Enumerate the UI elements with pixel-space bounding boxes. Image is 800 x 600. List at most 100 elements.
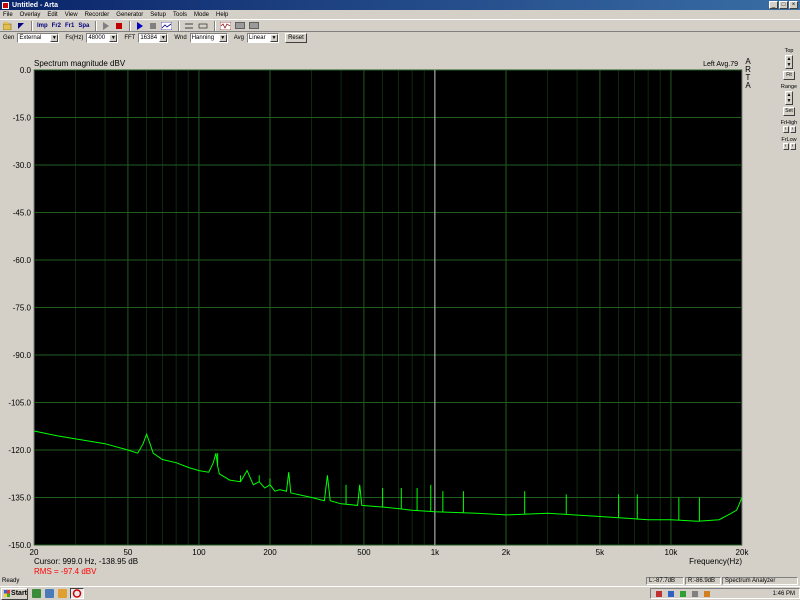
fft-select[interactable]: 16384 ▼ <box>138 33 169 43</box>
impulse-mode-button[interactable]: Imp <box>36 20 49 31</box>
app-icon <box>2 1 9 9</box>
maximize-button[interactable]: □ <box>779 1 788 9</box>
chart-title: Spectrum magnitude dBV <box>34 59 126 68</box>
frlow-increase-button[interactable]: › <box>789 143 796 150</box>
clock: 1:46 PM <box>772 590 795 597</box>
window-title: Untitled - Arta <box>12 1 59 9</box>
update-icon[interactable] <box>679 590 687 598</box>
frhigh-increase-button[interactable]: › <box>789 126 796 133</box>
range-spinner[interactable]: ▲ ▼ <box>785 91 793 105</box>
right-level: R:-86.9dB <box>685 577 721 585</box>
x-tick-label: 50 <box>123 548 132 557</box>
y-tick-label: -90.0 <box>13 351 32 360</box>
fit-button[interactable]: Fit <box>783 71 795 80</box>
reset-button[interactable]: Reset <box>284 33 307 43</box>
chevron-down-icon: ▼ <box>159 34 168 42</box>
set-button[interactable]: Set <box>783 107 795 116</box>
x-tick-label: 5k <box>596 548 605 557</box>
volume-icon[interactable] <box>691 590 699 598</box>
range-label: Range <box>780 84 798 90</box>
status-ready: Ready <box>2 578 20 584</box>
swap-icon[interactable] <box>183 20 195 31</box>
marker-icon[interactable] <box>15 20 26 31</box>
y-tick-labels: 0.0 -15.0 -30.0 -45.0 -60.0 -75.0 -90.0 -105.0 -… <box>8 66 31 550</box>
y-tick-label: -105.0 <box>8 399 31 408</box>
display-icon[interactable] <box>234 20 246 31</box>
play-gray-icon[interactable] <box>100 20 111 31</box>
x-tick-label: 2k <box>502 548 511 557</box>
taskbar: Start 1:46 PM <box>0 586 800 600</box>
y-tick-label: -15.0 <box>13 114 32 123</box>
left-level: L:-87.7dB <box>646 577 684 585</box>
network-icon[interactable] <box>655 590 663 598</box>
windows-logo-icon <box>4 590 11 597</box>
x-tick-label: 200 <box>263 548 277 557</box>
frhigh-decrease-button[interactable]: ‹ <box>782 126 789 133</box>
gen-select[interactable]: External ▼ <box>17 33 60 43</box>
frlow-decrease-button[interactable]: ‹ <box>782 143 789 150</box>
y-tick-label: -135.0 <box>8 494 31 503</box>
wnd-value: Hanning <box>191 35 215 41</box>
minimize-button[interactable]: _ <box>769 1 778 9</box>
x-tick-labels: 20 50 100 200 500 1k 2k 5k 10k 20k <box>30 548 750 557</box>
fs-label: Fs(Hz) <box>65 35 84 41</box>
zoom-icon[interactable] <box>219 20 232 31</box>
scale-icon[interactable] <box>197 20 209 31</box>
x-axis-label: Frequency(Hz) <box>689 557 742 566</box>
fr2-mode-button[interactable]: Fr2 <box>51 20 62 31</box>
menu-overlay[interactable]: Overlay <box>20 12 41 18</box>
start-button[interactable]: Start <box>1 587 28 600</box>
wnd-select[interactable]: Hanning ▼ <box>189 33 228 43</box>
avg-select[interactable]: Linear ▼ <box>246 33 279 43</box>
fr1-mode-button[interactable]: Fr1 <box>64 20 75 31</box>
stop-red-icon[interactable] <box>113 20 124 31</box>
x-tick-label: 1k <box>431 548 440 557</box>
status-bar: Ready L:-87.7dB R:-86.9dB Spectrum Analy… <box>0 577 800 586</box>
avg-value: Linear <box>248 35 266 41</box>
fs-select[interactable]: 48000 ▼ <box>86 33 119 43</box>
menu-tools[interactable]: Tools <box>173 12 187 18</box>
close-button[interactable]: × <box>789 1 798 9</box>
chevron-down-icon: ▼ <box>50 34 59 42</box>
menu-file[interactable]: File <box>3 12 13 18</box>
spectrum-icon[interactable] <box>160 20 173 31</box>
menu-mode[interactable]: Mode <box>194 12 209 18</box>
wnd-label: Wnd <box>174 35 187 41</box>
spectrum-plot[interactable]: 0.0 -15.0 -30.0 -45.0 -60.0 -75.0 -90.0 -105.0 -… <box>0 45 778 577</box>
spa-mode-button[interactable]: Spa <box>77 20 90 31</box>
play-icon[interactable] <box>134 20 145 31</box>
stop-icon[interactable] <box>147 20 158 31</box>
arta-brand-label: A R T A <box>745 57 751 90</box>
y-tick-label: -60.0 <box>13 256 32 265</box>
toolbar: Imp Fr2 Fr1 Spa <box>0 19 800 32</box>
monitor-icon[interactable] <box>248 20 260 31</box>
menu-setup[interactable]: Setup <box>150 12 166 18</box>
x-tick-label: 10k <box>665 548 679 557</box>
security-icon[interactable] <box>667 590 675 598</box>
quicklaunch-media-icon[interactable] <box>58 589 67 598</box>
x-tick-label: 20 <box>30 548 39 557</box>
y-tick-label: -45.0 <box>13 209 32 218</box>
top-spinner[interactable]: ▲ ▼ <box>785 55 793 69</box>
fft-label: FFT <box>124 35 136 41</box>
menu-recorder[interactable]: Recorder <box>85 12 110 18</box>
spectrum-graph: 0.0 -15.0 -30.0 -45.0 -60.0 -75.0 -90.0 -105.0 -… <box>0 45 778 577</box>
open-icon[interactable] <box>2 20 13 31</box>
system-tray: 1:46 PM <box>650 588 800 599</box>
menu-generator[interactable]: Generator <box>116 12 143 18</box>
y-tick-label: -150.0 <box>8 541 31 550</box>
menu-help[interactable]: Help <box>216 12 228 18</box>
menu-edit[interactable]: Edit <box>47 12 57 18</box>
y-tick-label: 0.0 <box>20 66 32 75</box>
taskbar-arta-item[interactable] <box>70 588 84 599</box>
quicklaunch-folder-icon[interactable] <box>45 589 54 598</box>
antivirus-icon[interactable] <box>703 590 711 598</box>
quicklaunch-ie-icon[interactable] <box>32 589 41 598</box>
menu-view[interactable]: View <box>65 12 78 18</box>
y-tick-label: -75.0 <box>13 304 32 313</box>
fft-value: 16384 <box>140 35 158 41</box>
chevron-down-icon: ▼ <box>109 34 118 42</box>
cursor-readout: Cursor: 999.0 Hz, -138.95 dB <box>34 557 138 566</box>
menu-bar: File Overlay Edit View Recorder Generato… <box>0 10 800 19</box>
chevron-down-icon: ▼ <box>218 34 227 42</box>
